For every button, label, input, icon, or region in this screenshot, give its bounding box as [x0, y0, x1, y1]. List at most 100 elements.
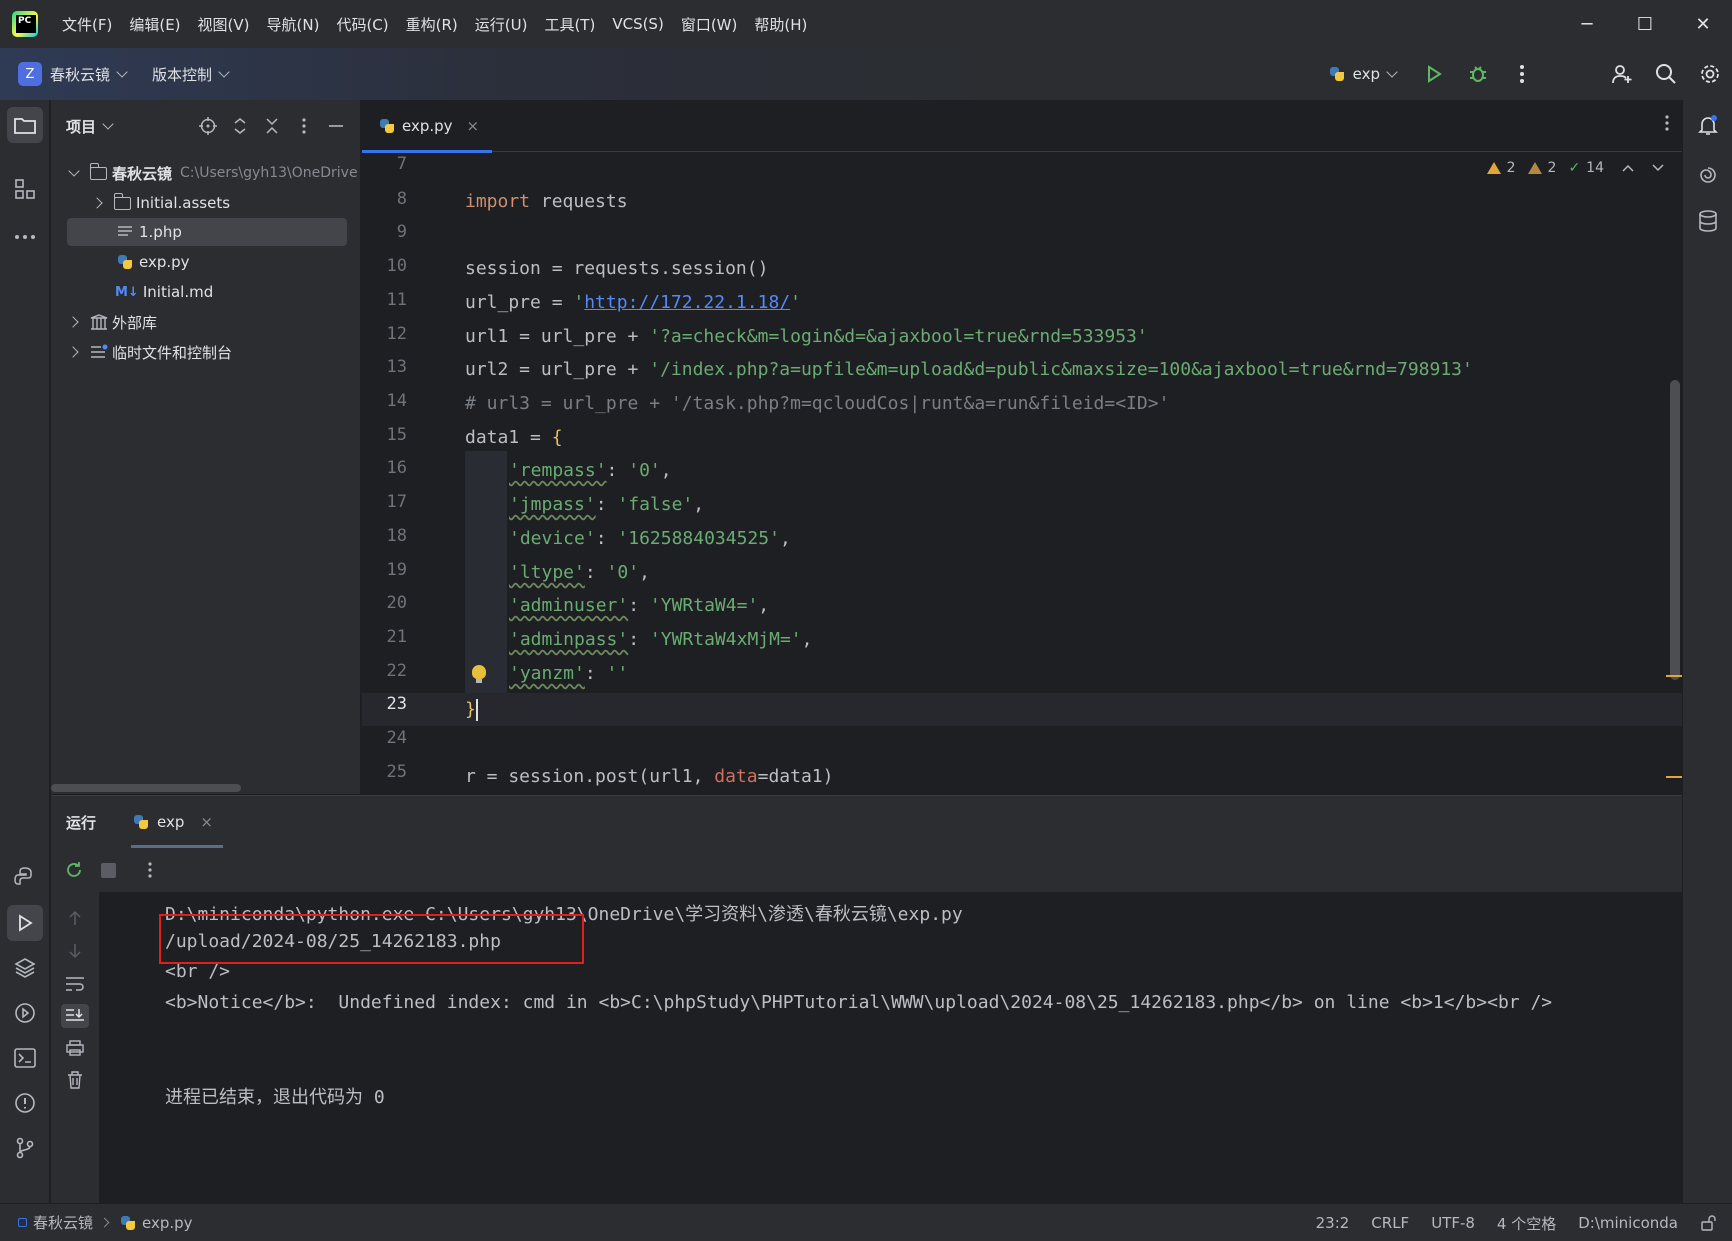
menu-refactor[interactable]: 重构(R) — [406, 14, 458, 35]
chevron-right-icon[interactable] — [91, 197, 103, 209]
warning-stripe-marker[interactable] — [1666, 776, 1682, 778]
run-options-button[interactable] — [147, 860, 153, 884]
hide-panel-button[interactable] — [320, 110, 352, 142]
menu-file[interactable]: 文件(F) — [62, 14, 112, 35]
search-everywhere-button[interactable] — [1644, 48, 1688, 100]
line-number: 12 — [386, 324, 407, 344]
close-window-button[interactable]: ✕ — [1674, 0, 1732, 48]
soft-wrap-button[interactable] — [61, 972, 89, 996]
add-user-icon — [1612, 65, 1632, 84]
project-switcher[interactable]: 春秋云镜 — [50, 64, 110, 85]
scroll-up-button[interactable] — [61, 906, 89, 930]
collapse-all-button[interactable] — [256, 110, 288, 142]
editor-tab-bar: exp.py × — [362, 100, 1682, 153]
chevron-down-icon[interactable] — [68, 165, 80, 177]
run-button[interactable] — [1412, 48, 1456, 100]
scroll-to-end-button[interactable] — [61, 1004, 89, 1028]
url-link[interactable]: http://172.22.1.18/ — [584, 292, 790, 313]
run-config-selector[interactable]: exp — [1353, 65, 1380, 83]
code-line-11: url_pre = 'http://172.22.1.18/' — [465, 292, 801, 313]
minimize-button[interactable]: ─ — [1558, 0, 1616, 48]
print-button[interactable] — [61, 1036, 89, 1060]
menu-tools[interactable]: 工具(T) — [544, 14, 595, 35]
run-tool-button[interactable] — [7, 905, 43, 941]
maximize-button[interactable]: ☐ — [1616, 0, 1674, 48]
chevron-down-icon[interactable] — [102, 118, 114, 130]
tree-item-1-php[interactable]: 1.php — [67, 218, 347, 246]
breadcrumb-file[interactable]: exp.py — [142, 1214, 193, 1232]
python-packages-button[interactable] — [7, 950, 43, 986]
code-line-13: url2 = url_pre + '/index.php?a=upfile&m=… — [465, 359, 1473, 380]
close-tab-icon[interactable]: × — [467, 117, 480, 135]
tree-item-external-libraries[interactable]: 外部库 — [51, 308, 360, 336]
chevron-down-icon[interactable] — [1386, 66, 1398, 78]
git-button[interactable] — [7, 1130, 43, 1166]
line-number: 21 — [386, 627, 407, 647]
encoding-selector[interactable]: UTF-8 — [1431, 1214, 1475, 1232]
line-ending-selector[interactable]: CRLF — [1371, 1214, 1409, 1232]
tree-item-initial-assets[interactable]: Initial.assets — [51, 189, 360, 217]
breadcrumb-project[interactable]: 春秋云镜 — [33, 1212, 93, 1233]
terminal-button[interactable] — [7, 1040, 43, 1076]
menu-help[interactable]: 帮助(H) — [754, 14, 807, 35]
console-output[interactable]: D:\miniconda\python.exe C:\Users\gyh13\O… — [99, 892, 1682, 1204]
horizontal-scrollbar[interactable] — [51, 784, 241, 792]
vertical-scrollbar[interactable] — [1670, 380, 1680, 680]
panel-options-button[interactable] — [288, 110, 320, 142]
debug-button[interactable] — [1456, 48, 1500, 100]
more-actions-button[interactable] — [1500, 48, 1544, 100]
tree-item-initial-md[interactable]: M↓ Initial.md — [51, 278, 360, 306]
caret-position[interactable]: 23:2 — [1316, 1214, 1350, 1232]
chevron-down-icon[interactable] — [218, 66, 230, 78]
menu-code[interactable]: 代码(C) — [336, 14, 388, 35]
stop-button[interactable] — [101, 863, 116, 878]
problems-button[interactable] — [7, 1085, 43, 1121]
ai-assistant-button[interactable] — [1690, 157, 1726, 193]
notifications-button[interactable] — [1690, 107, 1726, 143]
editor-tab-exp-py[interactable]: exp.py × — [362, 100, 492, 153]
menu-view[interactable]: 视图(V) — [198, 14, 250, 35]
project-tool-button[interactable] — [7, 107, 43, 143]
editor-tab-options-button[interactable] — [1664, 114, 1670, 137]
services-button[interactable] — [7, 995, 43, 1031]
vcs-menu[interactable]: 版本控制 — [152, 64, 212, 85]
close-run-tab-icon[interactable]: × — [200, 813, 213, 831]
chevron-right-icon[interactable] — [67, 346, 79, 358]
locate-file-button[interactable] — [192, 110, 224, 142]
tab-label: exp.py — [402, 117, 453, 135]
more-tools-button[interactable] — [7, 219, 43, 255]
python-console-button[interactable] — [7, 859, 43, 895]
bug-icon — [1470, 66, 1486, 82]
code-with-me-button[interactable] — [1600, 48, 1644, 100]
expand-all-button[interactable] — [224, 110, 256, 142]
chevron-down-icon[interactable] — [116, 66, 128, 78]
menu-navigate[interactable]: 导航(N) — [267, 14, 320, 35]
lightbulb-icon[interactable] — [472, 665, 486, 683]
rerun-button[interactable] — [64, 860, 84, 884]
text-caret — [475, 699, 478, 721]
warning-stripe-marker[interactable] — [1666, 675, 1682, 677]
menu-window[interactable]: 窗口(W) — [681, 14, 738, 35]
chevron-right-icon[interactable] — [67, 316, 79, 328]
menu-edit[interactable]: 编辑(E) — [129, 14, 180, 35]
project-panel-title[interactable]: 项目 — [66, 116, 96, 137]
menu-vcs[interactable]: VCS(S) — [612, 15, 663, 33]
gear-icon — [1701, 65, 1719, 83]
unlock-icon[interactable] — [1700, 1215, 1716, 1231]
status-bar: 春秋云镜 exp.py 23:2 CRLF UTF-8 4 个空格 D:\min… — [0, 1203, 1732, 1241]
run-tab-exp[interactable]: exp × — [131, 796, 223, 848]
scroll-down-button[interactable] — [61, 939, 89, 963]
database-button[interactable] — [1690, 203, 1726, 239]
structure-tool-button[interactable] — [7, 171, 43, 207]
tree-item-exp-py[interactable]: exp.py — [51, 248, 360, 276]
code-line-8: import requests — [465, 191, 628, 212]
tree-item-scratches[interactable]: 临时文件和控制台 — [51, 338, 360, 366]
tree-item-project-root[interactable]: 春秋云镜 C:\Users\gyh13\OneDrive — [51, 159, 360, 187]
settings-button[interactable] — [1688, 48, 1732, 100]
interpreter-selector[interactable]: D:\miniconda — [1578, 1214, 1678, 1232]
code-area[interactable]: 7 8 9 10 11 12 13 14 15 16 17 18 19 20 2… — [362, 152, 1682, 794]
chevron-right-icon — [99, 1217, 110, 1228]
clear-all-button[interactable] — [61, 1068, 89, 1092]
indent-selector[interactable]: 4 个空格 — [1497, 1213, 1556, 1234]
menu-run[interactable]: 运行(U) — [475, 14, 528, 35]
